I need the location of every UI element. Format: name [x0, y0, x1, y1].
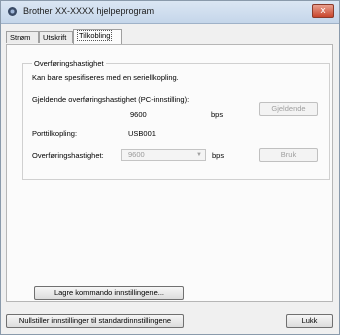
title-bar: Brother XX-XXXX hjelpeprogram x: [1, 1, 339, 24]
window-title: Brother XX-XXXX hjelpeprogram: [23, 6, 155, 16]
rate-unit: bps: [212, 151, 225, 160]
current-setting-button[interactable]: Gjeldende: [259, 102, 318, 116]
utility-window: Brother XX-XXXX hjelpeprogram x Strøm Ut…: [0, 0, 340, 335]
group-legend: Overføringshastighet: [32, 59, 106, 68]
current-rate-label: Gjeldende overføringshastighet (PC-innst…: [32, 95, 190, 104]
app-icon: [8, 7, 17, 16]
tab-utskrift[interactable]: Utskrift: [39, 31, 73, 43]
close-button[interactable]: Lukk: [286, 314, 333, 328]
serial-only-note: Kan bare spesifiseres med en seriellkopl…: [32, 73, 179, 82]
apply-button[interactable]: Bruk: [259, 148, 318, 162]
save-commands-button[interactable]: Lagre kommando innstillingene...: [34, 286, 184, 300]
port-label: Porttilkopling:: [32, 129, 78, 138]
chevron-down-icon: ▼: [196, 152, 202, 158]
port-value: USB001: [128, 129, 156, 138]
reset-defaults-button[interactable]: Nullstiller innstillinger til standardin…: [6, 314, 184, 328]
tab-tilkobling[interactable]: Tilkobling: [73, 29, 122, 44]
tab-strom[interactable]: Strøm: [6, 31, 39, 43]
close-window-button[interactable]: x: [312, 4, 334, 18]
rate-dropdown[interactable]: 9600 ▼: [121, 149, 206, 161]
rate-dropdown-value: 9600: [128, 150, 145, 159]
current-rate-unit: bps: [211, 110, 224, 119]
rate-label: Overføringshastighet:: [32, 151, 104, 160]
current-rate-value: 9600: [130, 110, 147, 119]
